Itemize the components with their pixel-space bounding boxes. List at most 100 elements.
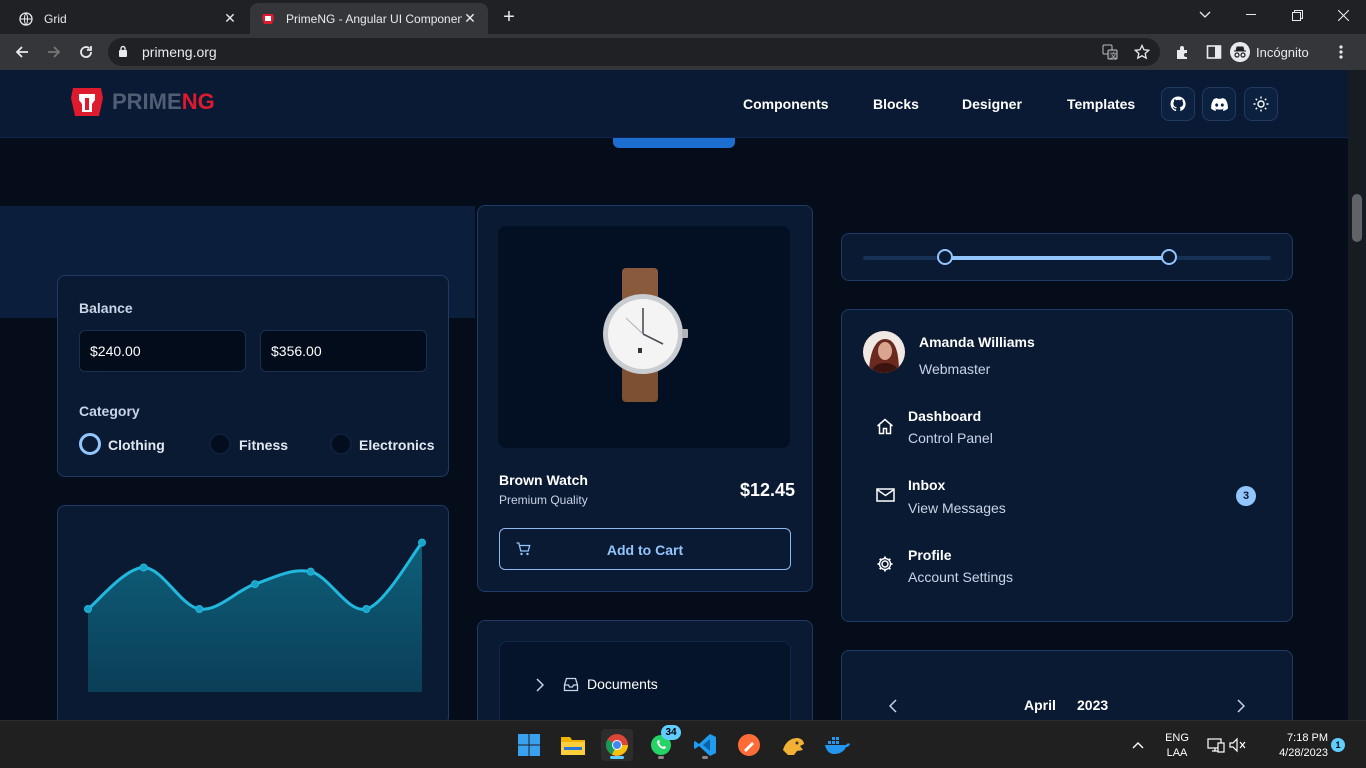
tree-panel: Documents [499,641,791,720]
translate-icon[interactable]: 文 [1102,44,1118,60]
incognito-label: Incógnito [1256,44,1309,60]
menu-item-dashboard[interactable]: Dashboard Control Panel [863,397,1273,451]
radio-clothing[interactable] [79,433,101,455]
postman-icon[interactable] [733,729,765,761]
balance-min-input[interactable]: $240.00 [79,330,246,372]
menu-item-subtitle: Control Panel [908,430,993,446]
chart-point-3 [195,605,204,613]
logo-text: PRIMENG [112,89,215,114]
area-chart [84,538,426,692]
language-indicator[interactable]: ENG LAA [1160,731,1194,761]
url-text: primeng.org [142,44,217,60]
balance-filter-card: Balance $240.00 $356.00 Category Clothin… [57,275,449,477]
chart-point-6 [362,605,371,613]
page-scrollbar[interactable] [1348,70,1366,720]
menu-item-profile[interactable]: Profile Account Settings [863,537,1273,591]
new-tab-icon[interactable]: + [498,6,520,28]
slider-handle-start[interactable] [936,249,953,265]
nav-components[interactable]: Components [743,96,829,112]
discord-icon[interactable] [1202,87,1236,121]
product-card: Brown Watch Premium Quality $12.45 Add t… [477,205,813,592]
calendar-card: April 2023 [841,650,1293,720]
balance-max-input[interactable]: $356.00 [260,330,427,372]
chart-point-2 [139,563,148,572]
chart-point-5 [306,567,315,576]
user-role: Webmaster [919,361,991,377]
bookmark-star-icon[interactable] [1134,44,1150,60]
slider-card [841,233,1293,281]
product-price: $12.45 [740,480,796,500]
vscode-icon[interactable] [689,729,721,761]
user-name: Amanda Williams [919,334,1035,350]
scrollbar-thumb[interactable] [1352,194,1362,242]
chart-area-fill [88,542,422,692]
add-to-cart-label: Add to Cart [606,542,684,558]
next-month-icon[interactable] [1237,699,1245,713]
side-panel-icon[interactable] [1200,38,1228,66]
whatsapp-icon[interactable]: 34 [645,725,681,761]
nav-blocks[interactable]: Blocks [873,96,919,112]
running-indicator [658,756,664,759]
calendar-year[interactable]: 2023 [1077,697,1108,713]
radio-clothing-label: Clothing [108,437,165,453]
clock[interactable]: 7:18 PM 4/28/2023 [1258,731,1328,761]
slider-handle-end[interactable] [1161,249,1177,265]
inbox-icon [563,677,579,692]
incognito-profile[interactable]: Incógnito [1230,38,1309,66]
nav-designer[interactable]: Designer [962,96,1022,112]
sun-icon[interactable] [1244,87,1278,121]
menu-item-inbox[interactable]: Inbox View Messages 3 [863,467,1273,521]
calendar-month[interactable]: April [1024,697,1056,713]
slider-range [944,256,1169,260]
lock-icon [118,45,128,58]
radio-fitness-label: Fitness [239,437,289,453]
docker-icon[interactable] [821,729,853,761]
tab-grid[interactable]: Grid ✕ [8,3,248,34]
notification-badge[interactable]: 1 [1331,738,1345,752]
prev-month-icon[interactable] [889,699,897,713]
home-icon [876,418,894,435]
extensions-icon[interactable] [1168,38,1196,66]
address-bar[interactable]: primeng.org 文 [108,38,1160,66]
product-image [498,226,790,448]
chart-point-7 [418,538,426,547]
inbox-badge: 3 [1236,486,1256,506]
windows-start-icon[interactable] [513,729,545,761]
product-name: Brown Watch [499,472,588,488]
minimize-icon[interactable] [1228,0,1274,30]
chart-point-4 [251,580,259,589]
dbeaver-icon[interactable] [777,729,809,761]
forward-icon[interactable] [40,38,68,66]
windows-taskbar: 34 ENG LAA 7:18 PM 4/28/2023 1 [0,720,1366,768]
radio-electronics[interactable] [330,433,352,455]
tree-card: Documents [477,620,813,720]
incognito-icon [1230,42,1250,62]
primeng-logo[interactable]: PRIMENG [70,84,215,120]
tray-chevron-up-icon[interactable] [1122,729,1154,761]
file-explorer-icon[interactable] [557,729,589,761]
close-window-icon[interactable] [1320,0,1366,30]
close-tab-icon[interactable]: ✕ [462,10,478,27]
keyboard-layout-label: LAA [1166,747,1188,759]
add-to-cart-button[interactable]: Add to Cart [499,528,791,570]
chrome-taskbar-icon[interactable] [601,729,633,761]
cog-icon [876,555,894,573]
mail-icon [876,488,895,502]
volume-muted-icon[interactable] [1222,729,1254,761]
chevron-right-icon[interactable] [536,678,544,692]
whatsapp-badge: 34 [661,725,681,740]
radio-fitness[interactable] [209,433,231,455]
running-indicator [702,756,708,759]
restore-icon[interactable] [1274,0,1320,30]
reload-icon[interactable] [72,38,100,66]
tab-primeng[interactable]: PrimeNG - Angular UI Component Library ✕ [250,3,488,34]
github-icon[interactable] [1161,87,1195,121]
tab-search-icon[interactable] [1182,0,1228,30]
primeng-favicon-icon [260,11,276,27]
menu-dots-icon[interactable] [1327,38,1355,66]
nav-templates[interactable]: Templates [1067,96,1135,112]
chart-card [57,505,449,720]
back-icon[interactable] [8,38,36,66]
close-tab-icon[interactable]: ✕ [222,10,238,27]
tree-item-documents[interactable]: Documents [587,676,658,692]
